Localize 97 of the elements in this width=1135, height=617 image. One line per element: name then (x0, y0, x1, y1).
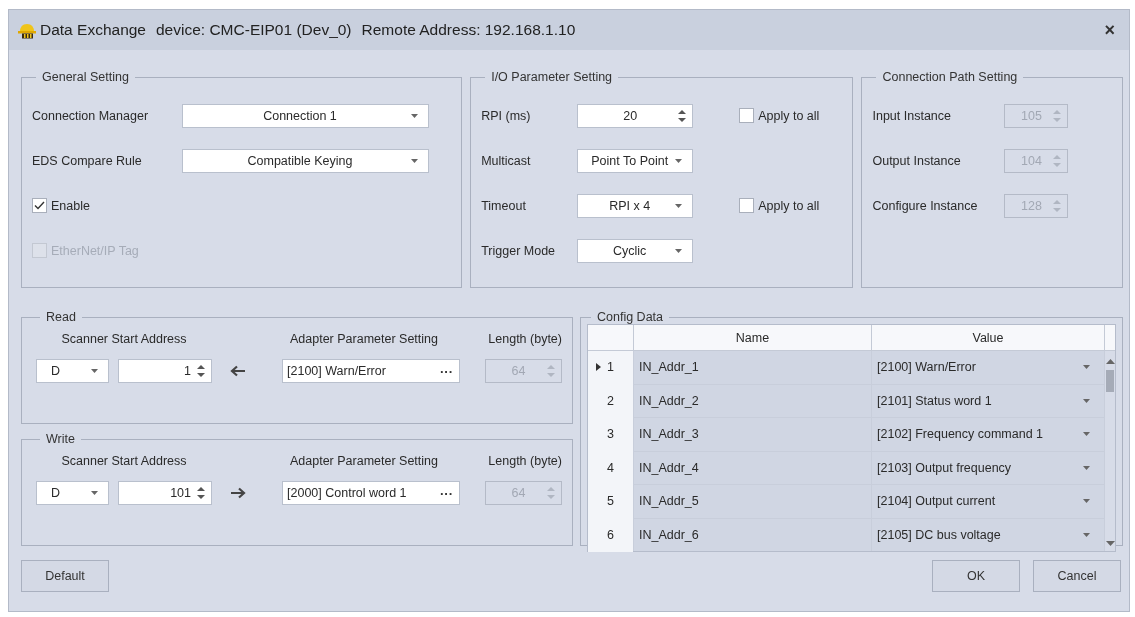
caret-icon (675, 248, 683, 253)
spin-arrows-icon (1053, 153, 1062, 168)
table-cell: IN_Addr_5 (633, 485, 871, 518)
column-label: Adapter Parameter Setting (289, 454, 439, 468)
caret-icon (411, 113, 418, 118)
field-label: RPI (ms) (481, 108, 532, 123)
table-cell: IN_Addr_6 (633, 518, 871, 551)
scroll-up-icon (1105, 359, 1115, 364)
browse-button[interactable]: ··· (436, 485, 457, 501)
parameter-field[interactable]: [2100] Warn/Error (287, 364, 436, 378)
row-header[interactable]: 2 (588, 384, 633, 418)
dropdown[interactable]: Compatible Keying (182, 148, 429, 173)
field-label: Input Instance (872, 108, 952, 123)
row-number: 3 (607, 427, 614, 442)
number-spinner[interactable]: 1 (118, 359, 212, 383)
dropdown[interactable]: Point To Point (577, 148, 694, 173)
spin-arrows-icon (678, 108, 687, 123)
dropdown[interactable]: D (36, 481, 109, 505)
default-button[interactable]: Default (21, 560, 109, 592)
column-label: Length (byte) (488, 332, 562, 346)
field-label: Trigger Mode (481, 243, 557, 258)
checkbox[interactable] (739, 108, 755, 123)
panel-title: Write (45, 432, 76, 446)
field-label: Output Instance (872, 153, 962, 168)
checkbox[interactable] (32, 198, 47, 213)
caret-icon (1083, 499, 1090, 504)
spin-arrows-icon (197, 364, 205, 378)
field-label: EDS Compare Rule (32, 153, 143, 168)
ok-button[interactable]: OK (932, 560, 1020, 592)
caret-icon (91, 369, 98, 373)
table-cell: IN_Addr_3 (633, 418, 871, 451)
number-spinner[interactable]: 20 (577, 103, 694, 128)
panel-title: Read (45, 310, 77, 324)
dropdown[interactable]: Connection 1 (182, 103, 429, 128)
caret-icon (675, 158, 683, 163)
right-arrow-icon (230, 487, 246, 499)
row-header[interactable]: 1 (588, 351, 633, 385)
dropdown[interactable]: RPI x 4 (577, 193, 694, 218)
row-number: 5 (607, 494, 614, 509)
checkbox-label: Apply to all (758, 108, 820, 123)
browse-button[interactable]: ··· (436, 363, 457, 379)
caret-icon (1083, 398, 1090, 403)
panel-title: Connection Path Setting (881, 70, 1019, 84)
check-icon (34, 201, 45, 210)
caret-icon (1083, 432, 1090, 437)
row-header[interactable]: 6 (588, 518, 633, 552)
panel-title: I/O Parameter Setting (490, 70, 614, 84)
caret-icon (675, 203, 683, 208)
row-number: 6 (607, 527, 614, 542)
window-title: Data Exchange (40, 21, 146, 39)
field-label: Configure Instance (872, 198, 979, 213)
left-arrow-icon (230, 365, 246, 377)
window-title: device: CMC-EIP01 (Dev_0) (156, 21, 352, 39)
scroll-thumb[interactable] (1106, 370, 1114, 392)
dropdown[interactable]: D (36, 359, 109, 383)
scrollbar[interactable] (1104, 351, 1115, 551)
column-label: Length (byte) (488, 454, 562, 468)
spin-arrows-icon (547, 486, 555, 500)
column-label: Adapter Parameter Setting (289, 332, 439, 346)
checkbox-label: Apply to all (758, 198, 820, 213)
caret-icon (411, 158, 418, 163)
row-header[interactable]: 4 (588, 451, 633, 485)
spin-arrows-icon (547, 364, 555, 378)
dropdown[interactable]: Cyclic (577, 238, 694, 263)
row-number: 4 (607, 460, 614, 475)
field-label: Multicast (481, 153, 532, 168)
table-cell: IN_Addr_2 (633, 384, 871, 417)
row-header[interactable]: 3 (588, 418, 633, 452)
table-cell: IN_Addr_4 (633, 451, 871, 484)
column-label: Scanner Start Address (60, 332, 188, 346)
window-title: Remote Address: 192.168.1.10 (361, 21, 576, 39)
field-label: Timeout (481, 198, 527, 213)
caret-icon (91, 491, 98, 495)
spin-arrows-icon (1053, 108, 1062, 123)
field-label: Connection Manager (32, 108, 150, 123)
close-button[interactable]: × (1100, 21, 1119, 39)
hard-hat-icon (17, 21, 37, 39)
spin-arrows-icon (1053, 198, 1062, 213)
table-cell: IN_Addr_1 (633, 351, 871, 384)
row-number: 2 (607, 393, 614, 408)
column-label: Scanner Start Address (60, 454, 188, 468)
panel-title: General Setting (41, 70, 130, 84)
caret-icon (1083, 465, 1090, 470)
caret-icon (1083, 365, 1090, 370)
row-number: 1 (607, 360, 614, 375)
row-header[interactable]: 5 (588, 485, 633, 519)
spin-arrows-icon (197, 486, 205, 500)
checkbox[interactable] (739, 198, 755, 213)
panel-title: Config Data (596, 310, 664, 324)
cancel-button[interactable]: Cancel (1033, 560, 1121, 592)
column-header[interactable]: Value (871, 325, 1104, 350)
column-header[interactable]: Name (633, 325, 871, 350)
parameter-field[interactable]: [2000] Control word 1 (287, 486, 436, 500)
checkbox-label: Enable (51, 198, 90, 213)
number-spinner[interactable]: 101 (118, 481, 212, 505)
caret-icon (1083, 532, 1090, 537)
scroll-down-icon (1105, 541, 1115, 546)
